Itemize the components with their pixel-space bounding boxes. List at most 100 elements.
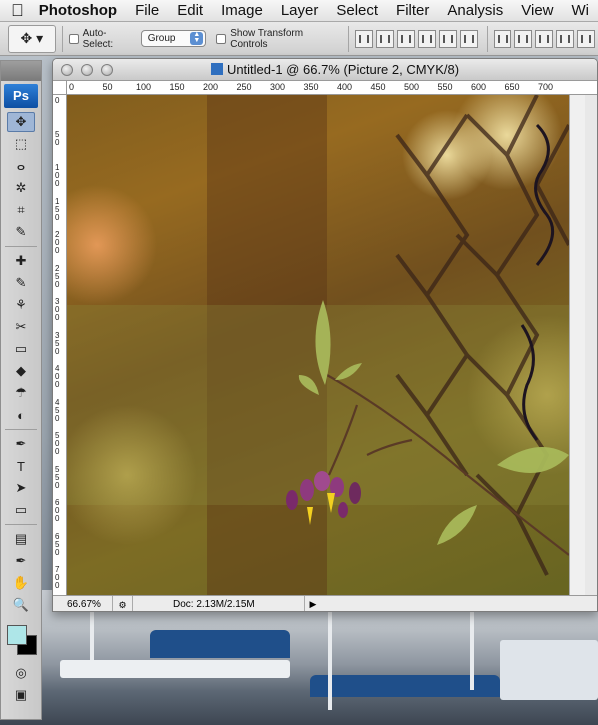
ruler-tick-label: 100 [136,82,152,92]
psd-file-icon [210,63,223,75]
divider [348,25,350,52]
boat-hull [60,660,290,678]
magic-wand-icon[interactable]: ✲ [7,178,35,198]
ruler-tick-label: 700 [538,82,554,92]
ruler-tick-label: 50 [102,82,113,92]
info-icon[interactable]: ⚙ [113,595,133,611]
marquee-icon[interactable]: ⬚ [7,134,35,154]
ruler-tick-label: 500 [404,82,420,92]
path-selection-icon[interactable]: ➤ [7,478,35,498]
document-title: Untitled-1 @ 66.7% (Picture 2, CMYK/8) [113,62,597,77]
history-brush-icon[interactable]: ✂ [7,317,35,337]
align-left-button[interactable] [417,29,436,48]
boat-hull [500,640,598,700]
distribute-vcenter-button[interactable] [514,29,533,48]
photoshop-logo[interactable]: Ps [4,84,38,108]
document-titlebar[interactable]: Untitled-1 @ 66.7% (Picture 2, CMYK/8) [53,59,597,81]
type-icon[interactable]: T [7,456,35,476]
pen-icon[interactable]: ✒ [7,434,35,454]
zoom-icon[interactable]: 🔍 [7,595,35,615]
vertical-ruler[interactable]: 0 50 100 150 200 250 300 350 400 450 500 550 600 650 7… [53,95,67,595]
ruler-tick-label: 0 [55,96,60,105]
ruler-tick-label: 200 [203,82,219,92]
menu-layer[interactable]: Layer [272,0,328,22]
clone-stamp-icon[interactable]: ⚘ [7,295,35,315]
align-bottom-button[interactable] [397,29,415,48]
menu-view[interactable]: View [512,0,562,22]
align-top-button[interactable] [355,29,374,48]
foreground-color-swatch[interactable] [7,625,27,645]
dodge-icon[interactable]: ◐ [7,405,35,425]
crop-icon[interactable]: ⌗ [7,200,35,220]
tools-panel-header[interactable] [1,61,41,81]
auto-select-checkbox[interactable] [68,33,79,44]
menu-edit[interactable]: Edit [168,0,212,22]
eyedropper-icon[interactable]: ✎ [7,222,35,242]
ruler-tick-label: 650 [55,531,60,557]
tool-preset-picker[interactable]: ✥ ▾ [8,24,56,53]
healing-brush-icon[interactable]: ✚ [7,251,35,271]
ruler-tick-label: 150 [55,196,60,222]
quick-mask-icon[interactable]: ◎ [7,663,35,683]
divider [61,25,63,52]
horizontal-ruler[interactable]: 0 50 100 150 200 250 300 350 400 450 500 550 600 650 7… [67,81,597,95]
close-window-button[interactable] [61,63,73,76]
paint-bucket-icon[interactable]: ◆ [7,361,35,381]
lasso-icon[interactable]: ⴰ [7,156,35,176]
ruler-tick-label: 250 [55,263,60,289]
show-transform-label: Show Transform Controls [230,27,304,50]
ruler-tick-label: 600 [471,82,487,92]
menu-image[interactable]: Image [212,0,272,22]
zoom-window-button[interactable] [101,63,113,76]
distribute-left-button[interactable] [556,29,575,48]
ruler-tick-label: 350 [55,330,60,356]
status-menu-arrow-icon[interactable]: ▶ [305,599,321,610]
color-swatches[interactable] [3,621,39,657]
notes-icon[interactable]: ▤ [7,529,35,549]
menu-window[interactable]: Wi [563,0,598,22]
eyedropper-2-icon[interactable]: ✒ [7,551,35,571]
ruler-tick-label: 400 [55,364,60,389]
hand-icon[interactable]: ✋ [7,573,35,593]
brush-icon[interactable]: ✎ [7,273,35,293]
shape-icon[interactable]: ▭ [7,500,35,520]
status-bar: 66.67% ⚙ Doc: 2.13M/2.15M ▶ [53,595,597,611]
boat-cover [150,630,290,658]
distribute-top-button[interactable] [493,29,512,48]
ruler-tick-label: 300 [55,297,60,322]
vertical-scrollbar[interactable] [569,95,585,595]
ruler-tick-label: 100 [55,163,60,188]
distribute-hcenter-button[interactable] [577,29,596,48]
minimize-window-button[interactable] [81,63,93,76]
menu-select[interactable]: Select [327,0,387,22]
eraser-icon[interactable]: ▭ [7,339,35,359]
distribute-bottom-button[interactable] [535,29,554,48]
screen-mode-icon[interactable]: ▣ [7,685,35,705]
menu-analysis[interactable]: Analysis [438,0,512,22]
apple-icon[interactable]:  [0,0,35,22]
document-info: Doc: 2.13M/2.15M [133,595,305,611]
align-right-button[interactable] [459,29,478,48]
menu-file[interactable]: File [126,0,168,22]
image-canvas[interactable] [67,95,569,595]
menu-filter[interactable]: Filter [387,0,438,22]
tool-divider [5,246,37,247]
ruler-origin[interactable] [53,81,67,95]
move-icon: ✥ ▾ [20,30,44,46]
ruler-tick-label: 550 [437,82,453,92]
ruler-tick-label: 0 [69,82,75,92]
align-hcenter-button[interactable] [438,29,457,48]
menu-app-photoshop[interactable]: Photoshop [35,0,126,22]
show-transform-checkbox[interactable] [216,33,227,44]
blur-icon[interactable]: ☂ [7,383,35,403]
ruler-tick-label: 650 [504,82,520,92]
options-bar: ✥ ▾ Auto-Select: Group ▲ ▼ Show Transform… [0,22,598,56]
document-window: Untitled-1 @ 66.7% (Picture 2, CMYK/8) 0… [52,58,598,612]
tools-panel: Ps ✥ ⬚ ⴰ ✲ ⌗ ✎ ✚ ✎ ⚘ ✂ ▭ ◆ ☂ ◐ ✒ T ➤ ▭ ▤ ✒ ✋ 🔍 ◎ ▣ [0,60,42,720]
ruler-tick-label: 200 [55,230,60,255]
auto-select-dropdown[interactable]: Group ▲ ▼ [140,30,207,47]
align-vcenter-button[interactable] [376,29,395,48]
zoom-level-field[interactable]: 66.67% [53,595,113,611]
move-icon[interactable]: ✥ [7,112,35,132]
ruler-tick-label: 500 [55,431,60,456]
